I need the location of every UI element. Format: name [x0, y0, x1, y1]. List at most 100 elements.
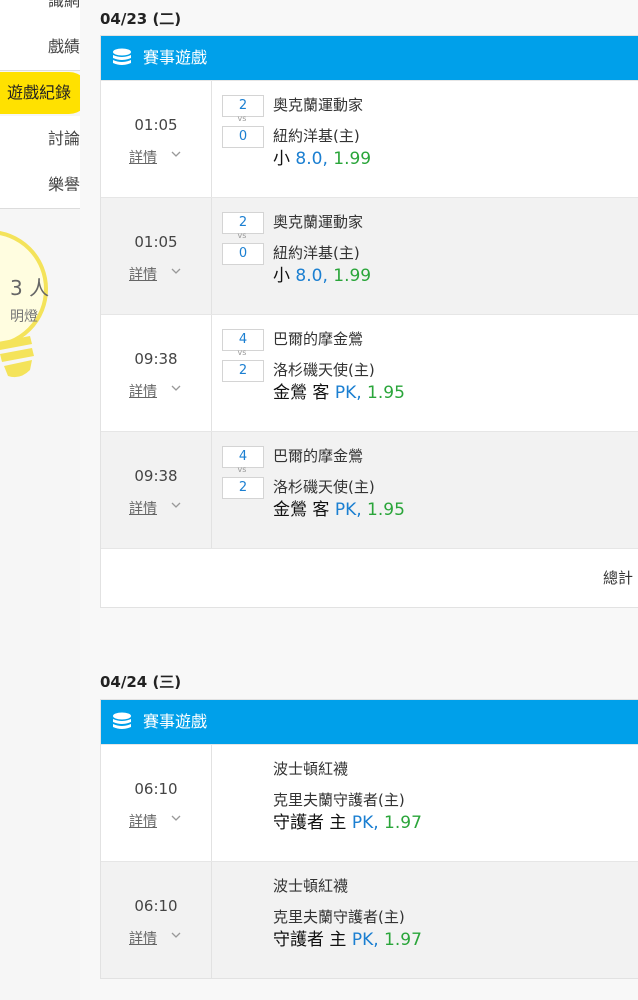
home-team: 克里夫蘭守護者(主) — [273, 908, 405, 926]
bet-line: PK, — [351, 930, 379, 950]
bet-odds: 1.99 — [333, 149, 372, 169]
sidebar: 識網 戲績 討論 樂譽 3 人 明燈 — [0, 0, 81, 1000]
date-heading: 04/23 (二) — [100, 10, 182, 28]
away-team: 波士頓紅襪 — [273, 760, 349, 778]
vs-label: vs — [237, 348, 247, 357]
game-section: 賽事遊戲 06:10 詳情 波士頓紅襪 克里夫蘭守護者(主) 守護者 主 PK,… — [100, 699, 638, 979]
sidebar-item-network[interactable]: 識網 — [0, 0, 80, 25]
game-time: 09:38 — [134, 467, 178, 485]
vs-label: vs — [237, 231, 247, 240]
game-time: 01:05 — [134, 233, 178, 251]
game-time: 06:10 — [134, 780, 178, 798]
bet-line: PK, — [351, 813, 379, 833]
total-row: 總計 — [101, 548, 638, 607]
vs-label: vs — [237, 114, 247, 123]
time-cell: 09:38 詳情 — [101, 432, 212, 548]
bet-line: 8.0, — [295, 149, 328, 169]
time-cell: 09:38 詳情 — [101, 315, 212, 431]
sidebar-item-label: 討論 — [47, 129, 80, 148]
sidebar-item-game-history[interactable]: 遊戲紀錄 — [0, 72, 90, 114]
home-team: 紐約洋基(主) — [273, 244, 360, 262]
bet-odds: 1.97 — [384, 930, 422, 950]
game-row: 09:38 詳情 4 vs 2 巴爾的摩金鶯 洛杉磯天使(主) 金鶯 客 PK,… — [101, 431, 638, 548]
game-row: 06:10 詳情 波士頓紅襪 克里夫蘭守護者(主) 守護者 主 PK, 1.97 — [101, 861, 638, 978]
coin-stack-icon — [113, 712, 131, 729]
away-team: 巴爾的摩金鶯 — [273, 447, 364, 465]
home-score: 2 — [222, 360, 264, 382]
bet-odds: 1.99 — [333, 266, 372, 286]
home-score: 0 — [222, 126, 264, 148]
game-row: 01:05 詳情 2 vs 0 奧克蘭運動家 紐約洋基(主) 小 8.0, 1.… — [101, 80, 638, 197]
pick-label: 小 — [273, 149, 290, 169]
sidebar-item-record[interactable]: 戲績 — [0, 24, 80, 71]
bet-line: PK, — [334, 500, 362, 520]
pick-label: 守護者 主 — [273, 813, 347, 833]
home-team: 洛杉磯天使(主) — [273, 361, 375, 379]
sidebar-item-honor[interactable]: 樂譽 — [0, 162, 80, 209]
bet-pick: 金鶯 客 PK, 1.95 — [273, 495, 405, 520]
bet-odds: 1.95 — [367, 383, 405, 403]
time-cell: 01:05 詳情 — [101, 198, 212, 314]
bet-pick: 小 8.0, 1.99 — [273, 261, 371, 286]
home-score: 0 — [222, 243, 264, 265]
away-team: 奧克蘭運動家 — [273, 213, 364, 231]
game-row: 09:38 詳情 4 vs 2 巴爾的摩金鶯 洛杉磯天使(主) 金鶯 客 PK,… — [101, 314, 638, 431]
sidebar-item-label: 戲績 — [47, 37, 80, 56]
home-score: 2 — [222, 477, 264, 499]
chevron-down-icon[interactable] — [171, 267, 181, 275]
bet-pick: 守護者 主 PK, 1.97 — [273, 808, 422, 833]
section-header: 賽事遊戲 — [101, 700, 638, 744]
sidebar-item-label: 樂譽 — [47, 175, 80, 194]
chevron-down-icon[interactable] — [171, 931, 181, 939]
away-team: 波士頓紅襪 — [273, 877, 349, 895]
section-title: 賽事遊戲 — [143, 48, 208, 67]
bulb-count: 3 人 — [10, 276, 50, 300]
sidebar-item-label: 遊戲紀錄 — [6, 83, 71, 102]
bet-line: 8.0, — [295, 266, 328, 286]
chevron-down-icon[interactable] — [171, 150, 181, 158]
detail-link[interactable]: 詳情 — [129, 498, 157, 518]
game-time: 09:38 — [134, 350, 178, 368]
chevron-down-icon[interactable] — [171, 384, 181, 392]
sidebar-item-label: 識網 — [47, 0, 80, 10]
time-cell: 06:10 詳情 — [101, 745, 212, 861]
game-row: 06:10 詳情 波士頓紅襪 克里夫蘭守護者(主) 守護者 主 PK, 1.97 — [101, 744, 638, 861]
bet-pick: 金鶯 客 PK, 1.95 — [273, 378, 405, 403]
bet-line: PK, — [334, 383, 362, 403]
bet-odds: 1.97 — [384, 813, 422, 833]
home-team: 洛杉磯天使(主) — [273, 478, 375, 496]
home-team: 紐約洋基(主) — [273, 127, 360, 145]
sidebar-item-discussion[interactable]: 討論 — [0, 116, 80, 163]
chevron-down-icon[interactable] — [171, 501, 181, 509]
game-section: 賽事遊戲 01:05 詳情 2 vs 0 奧克蘭運動家 紐約洋基(主) 小 8.… — [100, 35, 638, 608]
detail-link[interactable]: 詳情 — [129, 381, 157, 401]
pick-label: 金鶯 客 — [273, 500, 330, 520]
section-title: 賽事遊戲 — [143, 712, 208, 731]
vs-label: vs — [237, 465, 247, 474]
away-team: 巴爾的摩金鶯 — [273, 330, 364, 348]
pick-label: 金鶯 客 — [273, 383, 330, 403]
detail-link[interactable]: 詳情 — [129, 264, 157, 284]
total-label: 總計 — [603, 569, 634, 587]
section-header: 賽事遊戲 — [101, 36, 638, 80]
away-team: 奧克蘭運動家 — [273, 96, 364, 114]
detail-link[interactable]: 詳情 — [129, 147, 157, 167]
detail-link[interactable]: 詳情 — [129, 811, 157, 831]
bet-odds: 1.95 — [367, 500, 405, 520]
game-time: 06:10 — [134, 897, 178, 915]
home-team: 克里夫蘭守護者(主) — [273, 791, 405, 809]
time-cell: 01:05 詳情 — [101, 81, 212, 197]
game-time: 01:05 — [134, 116, 178, 134]
pick-label: 小 — [273, 266, 290, 286]
detail-link[interactable]: 詳情 — [129, 928, 157, 948]
chevron-down-icon[interactable] — [171, 814, 181, 822]
main-content: 04/23 (二) 賽事遊戲 01:05 詳情 2 vs 0 奧克蘭運動家 紐約… — [80, 0, 638, 1000]
bet-pick: 守護者 主 PK, 1.97 — [273, 925, 422, 950]
coin-stack-icon — [113, 48, 131, 65]
bulb-label: 明燈 — [10, 309, 38, 325]
game-row: 01:05 詳情 2 vs 0 奧克蘭運動家 紐約洋基(主) 小 8.0, 1.… — [101, 197, 638, 314]
date-heading: 04/24 (三) — [100, 673, 182, 691]
bet-pick: 小 8.0, 1.99 — [273, 144, 371, 169]
time-cell: 06:10 詳情 — [101, 862, 212, 978]
pick-label: 守護者 主 — [273, 930, 347, 950]
